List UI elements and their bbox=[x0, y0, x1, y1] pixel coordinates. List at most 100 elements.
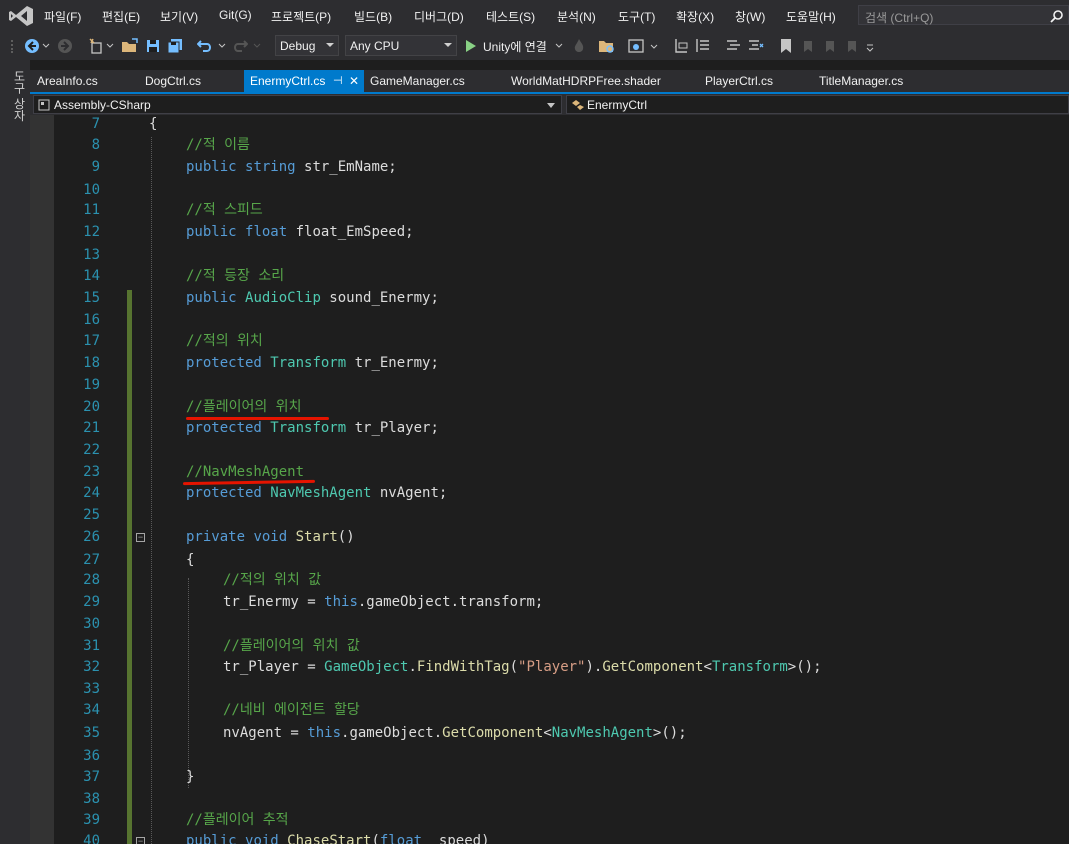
tab-titlemanager[interactable]: TitleManager.cs bbox=[819, 70, 919, 92]
line-number: 14 bbox=[83, 268, 100, 284]
back-dropdown-icon[interactable] bbox=[42, 43, 50, 49]
undo-icon[interactable] bbox=[197, 38, 213, 54]
toolbar-overflow-icon[interactable] bbox=[866, 44, 874, 52]
menu-view[interactable]: 보기(V) bbox=[160, 8, 198, 25]
line-number: 11 bbox=[83, 202, 100, 218]
hot-reload-icon[interactable] bbox=[572, 38, 586, 54]
comment-text: //플레이어 추적 bbox=[186, 812, 289, 828]
redo-dropdown-icon[interactable] bbox=[253, 43, 261, 49]
run-unity-button[interactable]: Unity에 연결 bbox=[463, 35, 567, 56]
menu-help[interactable]: 도움말(H) bbox=[786, 8, 836, 25]
tab-label: DogCtrl.cs bbox=[145, 74, 202, 88]
bookmark-icon[interactable] bbox=[779, 38, 793, 54]
line-number: 37 bbox=[83, 769, 100, 785]
code-line: 38 bbox=[30, 788, 1069, 810]
line-number: 16 bbox=[83, 312, 100, 328]
class-dropdown[interactable]: EnermyCtrl bbox=[566, 95, 1069, 114]
line-number: 21 bbox=[83, 420, 100, 436]
new-dropdown-icon[interactable] bbox=[106, 43, 114, 49]
run-dropdown-icon bbox=[555, 43, 563, 48]
play-icon bbox=[466, 40, 476, 52]
solution-explorer-icon[interactable] bbox=[598, 38, 616, 54]
code-line: 32 tr_Player = GameObject.FindWithTag("P… bbox=[30, 656, 1069, 678]
tab-label: WorldMatHDRPFree.shader bbox=[511, 74, 661, 88]
tab-worldmat-shader[interactable]: WorldMatHDRPFree.shader bbox=[511, 70, 671, 92]
configuration-dropdown[interactable]: Debug bbox=[275, 35, 339, 56]
tab-enermyctrl[interactable]: EnermyCtrl.cs ⊣ ✕ bbox=[244, 70, 364, 92]
project-dropdown[interactable]: Assembly-CSharp bbox=[33, 95, 562, 114]
pin-icon[interactable]: ⊣ bbox=[333, 70, 343, 92]
uncomment-icon[interactable] bbox=[748, 38, 764, 54]
code-line: 19 bbox=[30, 374, 1069, 396]
line-number: 31 bbox=[83, 638, 100, 654]
tab-areainfo[interactable]: AreaInfo.cs bbox=[37, 70, 117, 92]
tab-gamemanager[interactable]: GameManager.cs bbox=[370, 70, 480, 92]
line-text: { bbox=[186, 552, 195, 568]
line-text: nvAgent = this.gameObject.GetComponent<N… bbox=[223, 725, 687, 741]
code-line: 18 protected Transform tr_Enermy; bbox=[30, 352, 1069, 374]
save-icon[interactable] bbox=[146, 38, 160, 54]
menu-project[interactable]: 프로젝트(P) bbox=[271, 8, 331, 25]
csharp-project-icon bbox=[38, 99, 50, 111]
line-number: 40 bbox=[83, 833, 100, 844]
platform-dropdown[interactable]: Any CPU bbox=[345, 35, 457, 56]
line-number: 22 bbox=[83, 442, 100, 458]
menu-tools[interactable]: 도구(T) bbox=[618, 8, 655, 25]
menu-build[interactable]: 빌드(B) bbox=[354, 8, 392, 25]
visual-studio-logo-icon[interactable] bbox=[8, 5, 34, 27]
step-over-icon[interactable] bbox=[695, 38, 711, 54]
toolbox-tab[interactable]: 도구 상자 bbox=[10, 70, 28, 121]
menu-git[interactable]: Git(G) bbox=[219, 8, 252, 22]
save-all-icon[interactable] bbox=[167, 38, 183, 54]
redo-icon[interactable] bbox=[232, 38, 248, 54]
code-line: 10 bbox=[30, 179, 1069, 201]
line-number: 35 bbox=[83, 725, 100, 741]
search-input[interactable]: 검색 (Ctrl+Q) bbox=[858, 5, 1069, 25]
toolbar-grip-icon[interactable] bbox=[9, 39, 15, 53]
new-project-icon[interactable] bbox=[88, 38, 104, 54]
line-number: 39 bbox=[83, 812, 100, 828]
chevron-down-icon bbox=[326, 43, 334, 47]
menu-window[interactable]: 창(W) bbox=[735, 8, 765, 25]
browser-link-icon[interactable] bbox=[628, 38, 646, 54]
menu-test[interactable]: 테스트(S) bbox=[486, 8, 535, 25]
configuration-value: Debug bbox=[280, 39, 316, 53]
code-line: 21 protected Transform tr_Player; bbox=[30, 417, 1069, 439]
tab-label: TitleManager.cs bbox=[819, 74, 904, 88]
step-into-icon[interactable] bbox=[673, 38, 689, 54]
menu-analyze[interactable]: 분석(N) bbox=[557, 8, 596, 25]
comment-text: //네비 에이전트 할당 bbox=[223, 702, 360, 718]
menu-extensions[interactable]: 확장(X) bbox=[676, 8, 714, 25]
line-number: 19 bbox=[83, 377, 100, 393]
line-number: 23 bbox=[83, 464, 100, 480]
toolbar: Debug Any CPU Unity에 연결 bbox=[0, 32, 1069, 60]
next-bookmark-icon[interactable] bbox=[823, 38, 837, 54]
navigation-bar: Assembly-CSharp EnermyCtrl bbox=[30, 94, 1069, 115]
tab-dogctrl[interactable]: DogCtrl.cs bbox=[145, 70, 225, 92]
document-tab-bar: AreaInfo.cs DogCtrl.cs EnermyCtrl.cs ⊣ ✕… bbox=[30, 70, 1069, 92]
line-text: protected Transform tr_Player; bbox=[186, 420, 439, 436]
open-file-icon[interactable] bbox=[121, 38, 139, 54]
tab-playerctrl[interactable]: PlayerCtrl.cs bbox=[705, 70, 785, 92]
menu-file[interactable]: 파일(F) bbox=[44, 8, 81, 25]
line-text: public void ChaseStart(float _speed) bbox=[186, 833, 490, 844]
prev-bookmark-icon[interactable] bbox=[801, 38, 815, 54]
clear-bookmarks-icon[interactable] bbox=[845, 38, 859, 54]
code-line: 25 bbox=[30, 504, 1069, 526]
browser-dropdown-icon[interactable] bbox=[650, 44, 658, 50]
code-line: 26 private void Start() bbox=[30, 526, 1069, 548]
code-editor[interactable]: − − 7 { 8 //적 이름 9 public string str_EmN… bbox=[30, 115, 1069, 844]
menu-debug[interactable]: 디버그(D) bbox=[414, 8, 464, 25]
menu-edit[interactable]: 편집(E) bbox=[102, 8, 140, 25]
comment-text: //적 스피드 bbox=[186, 202, 263, 218]
menu-bar: 파일(F) 편집(E) 보기(V) Git(G) 프로젝트(P) 빌드(B) 디… bbox=[0, 0, 1069, 32]
close-icon[interactable]: ✕ bbox=[349, 70, 359, 92]
back-icon[interactable] bbox=[24, 38, 40, 54]
code-line: 28 //적의 위치 값 bbox=[30, 569, 1069, 591]
forward-icon[interactable] bbox=[57, 38, 73, 54]
comment-out-icon[interactable] bbox=[726, 38, 742, 54]
tab-label: GameManager.cs bbox=[370, 74, 465, 88]
undo-dropdown-icon[interactable] bbox=[218, 43, 226, 49]
line-text: public string str_EmName; bbox=[186, 159, 397, 175]
line-number: 28 bbox=[83, 572, 100, 588]
